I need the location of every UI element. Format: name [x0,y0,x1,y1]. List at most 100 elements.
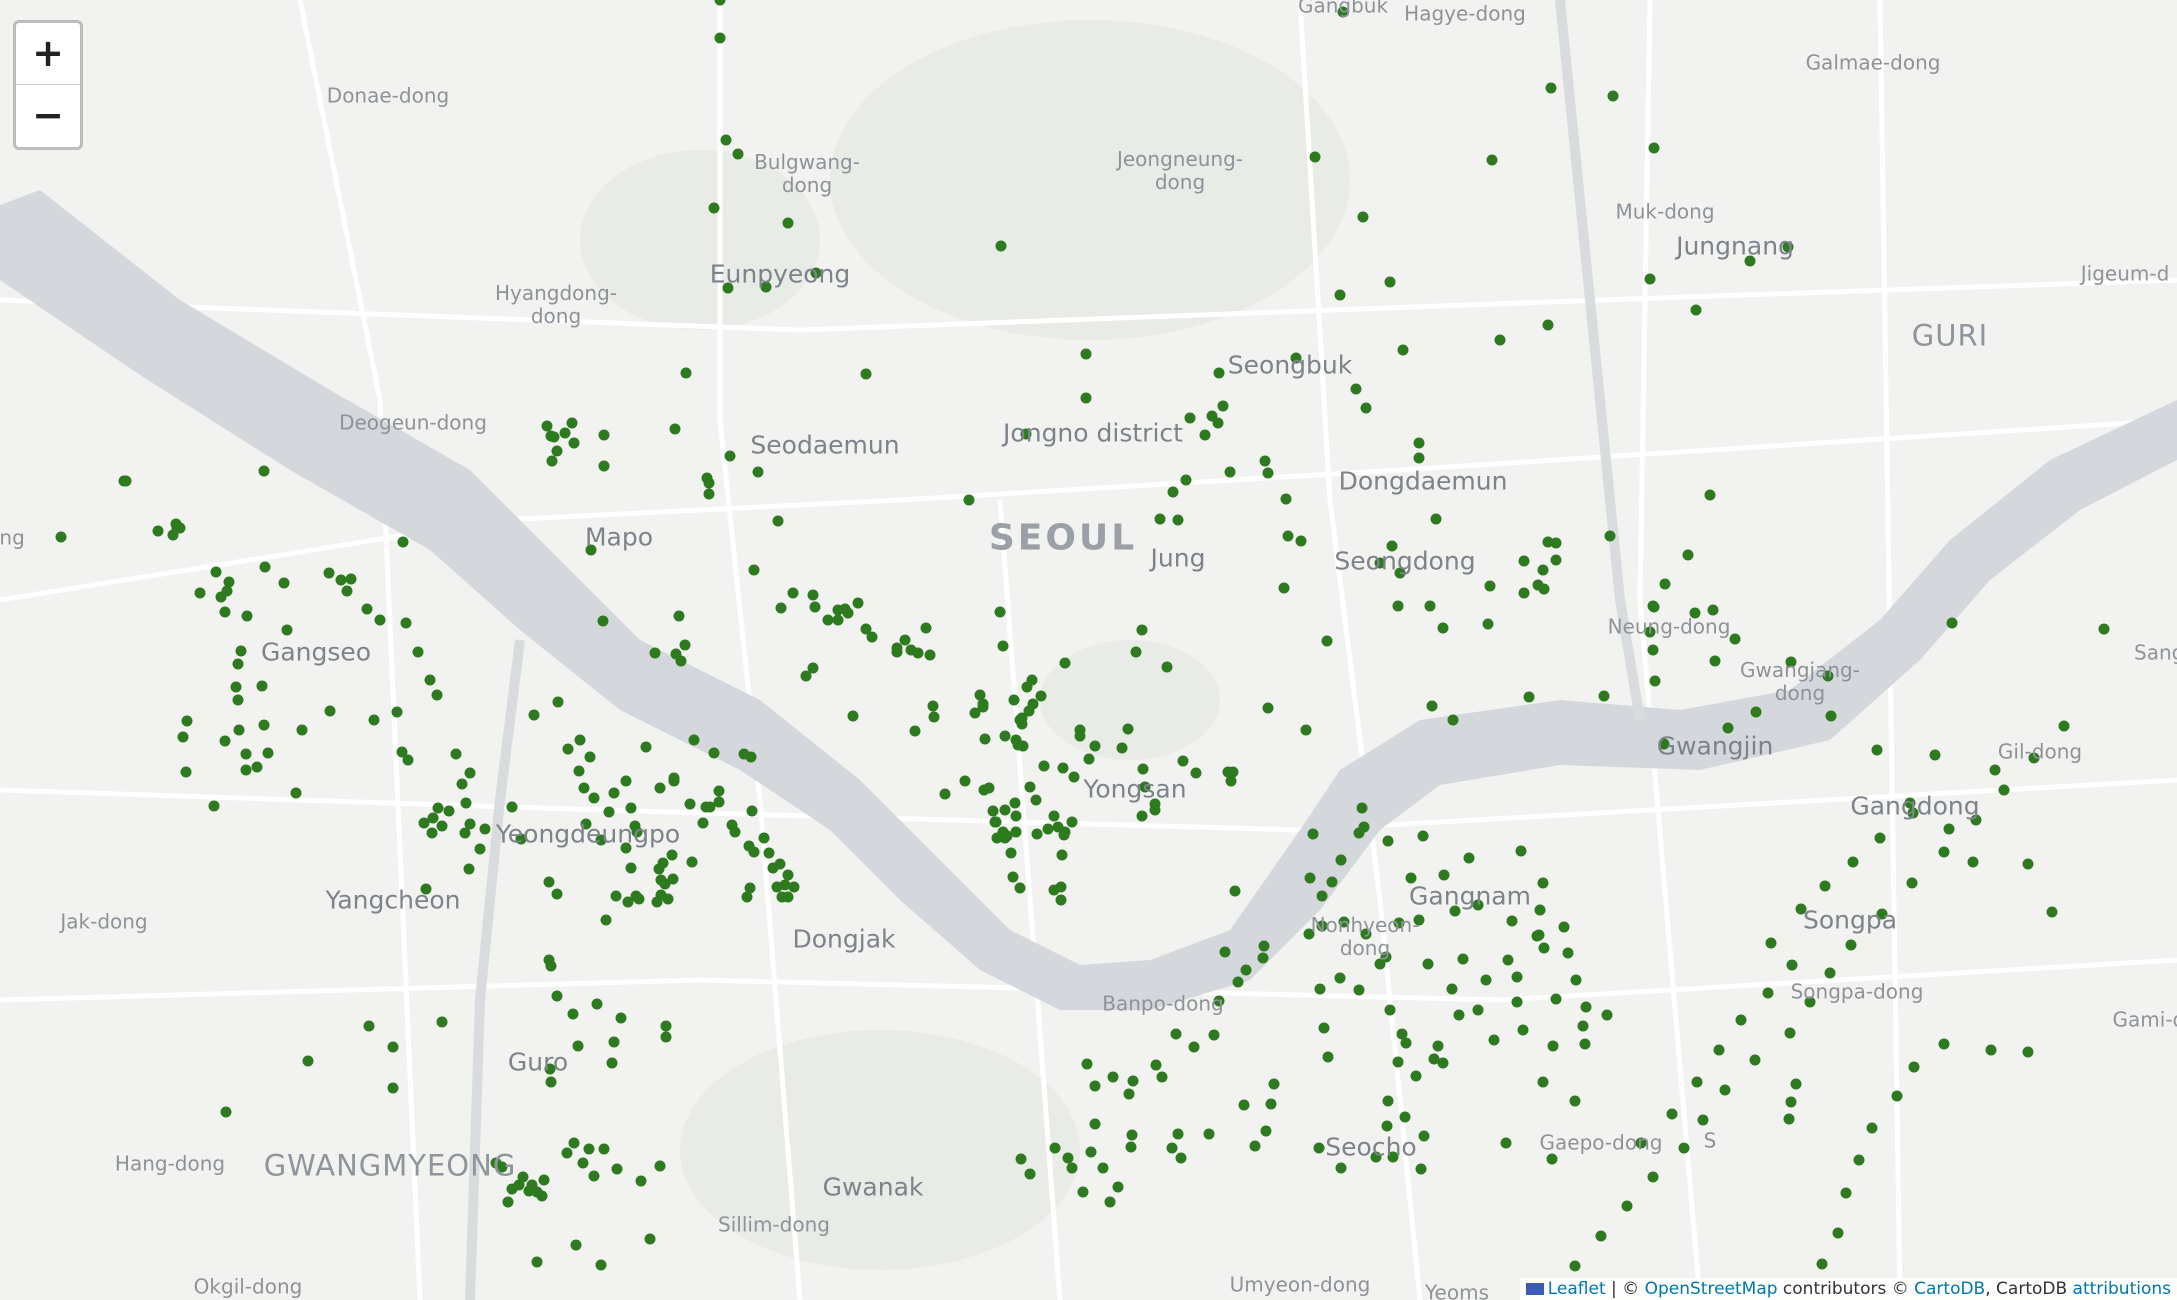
location-marker[interactable] [597,615,609,627]
location-marker[interactable] [1938,1038,1950,1050]
location-marker[interactable] [1010,810,1022,822]
location-marker[interactable] [1085,1146,1097,1158]
location-marker[interactable] [396,746,408,758]
location-marker[interactable] [400,617,412,629]
location-marker[interactable] [572,1040,584,1052]
location-marker[interactable] [1219,946,1231,958]
location-marker[interactable] [625,862,637,874]
location-marker[interactable] [1321,635,1333,647]
location-marker[interactable] [1457,953,1469,965]
location-marker[interactable] [460,797,472,809]
location-marker[interactable] [1213,367,1225,379]
location-marker[interactable] [688,734,700,746]
location-marker[interactable] [551,990,563,1002]
location-marker[interactable] [436,820,448,832]
location-marker[interactable] [235,645,247,657]
location-marker[interactable] [562,743,574,755]
location-marker[interactable] [1224,466,1236,478]
location-marker[interactable] [1534,904,1546,916]
location-marker[interactable] [345,573,357,585]
location-marker[interactable] [651,896,663,908]
location-marker[interactable] [1946,617,1958,629]
location-marker[interactable] [251,761,263,773]
location-marker[interactable] [927,700,939,712]
attributions-link[interactable]: attributions [2073,1279,2171,1299]
location-marker[interactable] [1212,417,1224,429]
location-marker[interactable] [600,914,612,926]
location-marker[interactable] [620,775,632,787]
location-marker[interactable] [999,730,1011,742]
location-marker[interactable] [1569,1260,1581,1272]
location-marker[interactable] [1122,723,1134,735]
location-marker[interactable] [219,606,231,618]
location-marker[interactable] [654,1160,666,1172]
location-marker[interactable] [595,1259,607,1271]
location-marker[interactable] [1866,1122,1878,1134]
location-marker[interactable] [479,823,491,835]
zoom-out-button[interactable]: − [16,85,80,146]
location-marker[interactable] [574,734,586,746]
location-marker[interactable] [2022,1046,2034,1058]
location-marker[interactable] [1824,967,1836,979]
location-marker[interactable] [1749,1054,1761,1066]
location-marker[interactable] [1518,555,1530,567]
location-marker[interactable] [1853,1154,1865,1166]
location-marker[interactable] [714,32,726,44]
location-marker[interactable] [180,766,192,778]
location-marker[interactable] [1542,319,1554,331]
location-marker[interactable] [1123,1088,1135,1100]
location-marker[interactable] [1453,1009,1465,1021]
location-marker[interactable] [1985,1044,1997,1056]
location-marker[interactable] [538,1174,550,1186]
location-marker[interactable] [1682,549,1694,561]
location-marker[interactable] [752,466,764,478]
location-marker[interactable] [361,603,373,615]
location-marker[interactable] [1604,530,1616,542]
location-marker[interactable] [1607,90,1619,102]
location-marker[interactable] [1309,151,1321,163]
location-marker[interactable] [210,566,222,578]
location-marker[interactable] [323,567,335,579]
location-marker[interactable] [1484,580,1496,592]
location-marker[interactable] [1353,984,1365,996]
location-marker[interactable] [987,805,999,817]
location-marker[interactable] [1418,1130,1430,1142]
location-marker[interactable] [1943,823,1955,835]
location-marker[interactable] [436,1016,448,1028]
location-marker[interactable] [552,696,564,708]
location-marker[interactable] [1265,1098,1277,1110]
location-marker[interactable] [807,589,819,601]
location-marker[interactable] [1570,974,1582,986]
location-marker[interactable] [905,644,917,656]
location-marker[interactable] [526,1179,538,1191]
location-marker[interactable] [1130,646,1142,658]
location-marker[interactable] [670,648,682,660]
location-marker[interactable] [1217,400,1229,412]
location-marker[interactable] [573,765,585,777]
location-marker[interactable] [1180,474,1192,486]
location-marker[interactable] [662,893,674,905]
location-marker[interactable] [1735,1014,1747,1026]
location-marker[interactable] [219,735,231,747]
location-marker[interactable] [474,843,486,855]
location-marker[interactable] [959,775,971,787]
location-marker[interactable] [741,891,753,903]
location-marker[interactable] [463,863,475,875]
location-marker[interactable] [603,806,615,818]
location-marker[interactable] [1208,1029,1220,1041]
map-canvas[interactable]: Gangbuk Hagye-dong Galmae-dong Donae-dong Bu… [0,0,2177,1300]
location-marker[interactable] [1382,835,1394,847]
location-marker[interactable] [1538,583,1550,595]
location-marker[interactable] [657,857,669,869]
location-marker[interactable] [909,725,921,737]
location-marker[interactable] [1232,976,1244,988]
location-marker[interactable] [177,731,189,743]
location-marker[interactable] [258,465,270,477]
location-marker[interactable] [1278,582,1290,594]
location-marker[interactable] [1482,618,1494,630]
location-marker[interactable] [1262,467,1274,479]
location-marker[interactable] [1048,810,1060,822]
location-marker[interactable] [1891,1090,1903,1102]
location-marker[interactable] [1024,781,1036,793]
location-marker[interactable] [561,1147,573,1159]
